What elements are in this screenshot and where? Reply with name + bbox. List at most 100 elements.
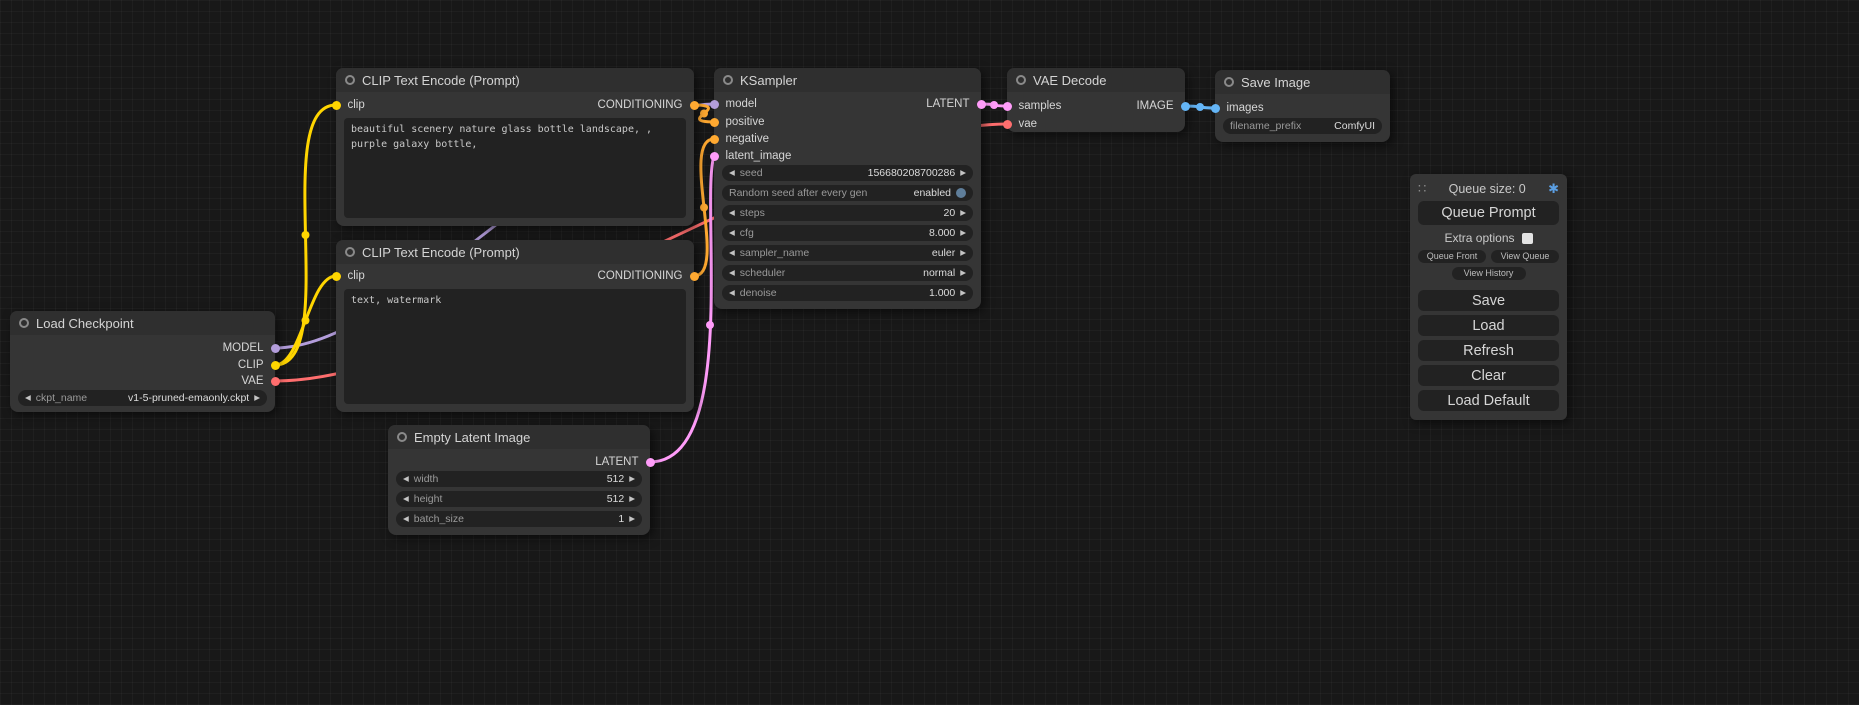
queue-prompt-button[interactable]: Queue Prompt xyxy=(1418,201,1559,225)
increment-arrow-icon[interactable]: ▶ xyxy=(960,229,966,237)
port-dot-image[interactable] xyxy=(1211,104,1220,113)
link-midpoint-dot[interactable] xyxy=(700,204,708,212)
increment-arrow-icon[interactable]: ▶ xyxy=(629,475,635,483)
link-midpoint-dot[interactable] xyxy=(302,317,310,325)
load-default-button[interactable]: Load Default xyxy=(1418,390,1559,411)
refresh-button[interactable]: Refresh xyxy=(1418,340,1559,361)
port-dot-model[interactable] xyxy=(710,100,719,109)
port-dot-clip[interactable] xyxy=(332,101,341,110)
clear-button[interactable]: Clear xyxy=(1418,365,1559,386)
collapse-dot[interactable] xyxy=(345,247,355,257)
port-dot-conditioning[interactable] xyxy=(710,135,719,144)
collapse-dot[interactable] xyxy=(19,318,29,328)
output-port-latent[interactable]: LATENT xyxy=(926,96,985,112)
increment-arrow-icon[interactable]: ▶ xyxy=(254,394,260,402)
input-port-model[interactable]: model xyxy=(710,96,757,112)
node-load-checkpoint[interactable]: Load Checkpoint MODEL CLIP VAE ◀ ckpt_na… xyxy=(10,311,275,412)
widget-ckpt-name[interactable]: ◀ ckpt_name v1-5-pruned-emaonly.ckpt ▶ xyxy=(18,390,267,406)
port-dot-latent[interactable] xyxy=(710,152,719,161)
collapse-dot[interactable] xyxy=(397,432,407,442)
node-header[interactable]: Save Image xyxy=(1215,70,1390,94)
link-midpoint-dot[interactable] xyxy=(700,110,708,118)
decrement-arrow-icon[interactable]: ◀ xyxy=(403,495,409,503)
widget-cfg[interactable]: ◀ cfg 8.000 ▶ xyxy=(722,225,973,241)
port-dot-conditioning[interactable] xyxy=(690,272,699,281)
node-header[interactable]: CLIP Text Encode (Prompt) xyxy=(336,68,694,92)
input-port-vae[interactable]: vae xyxy=(1003,116,1038,132)
port-dot-conditioning[interactable] xyxy=(710,118,719,127)
increment-arrow-icon[interactable]: ▶ xyxy=(960,169,966,177)
link-midpoint-dot[interactable] xyxy=(990,101,998,109)
collapse-dot[interactable] xyxy=(1224,77,1234,87)
output-port-vae[interactable]: VAE xyxy=(241,373,279,389)
node-header[interactable]: VAE Decode xyxy=(1007,68,1185,92)
decrement-arrow-icon[interactable]: ◀ xyxy=(729,249,735,257)
input-port-images[interactable]: images xyxy=(1211,100,1264,116)
collapse-dot[interactable] xyxy=(723,75,733,85)
prompt-textarea[interactable]: beautiful scenery nature glass bottle la… xyxy=(344,118,686,218)
widget-scheduler[interactable]: ◀ scheduler normal ▶ xyxy=(722,265,973,281)
output-port-model[interactable]: MODEL xyxy=(223,340,280,356)
port-dot-vae[interactable] xyxy=(271,377,280,386)
port-dot-clip[interactable] xyxy=(332,272,341,281)
extra-options-checkbox[interactable] xyxy=(1522,233,1533,244)
port-dot-latent[interactable] xyxy=(977,100,986,109)
prompt-textarea[interactable]: text, watermark xyxy=(344,289,686,404)
toggle-dot[interactable] xyxy=(956,188,966,198)
port-dot-conditioning[interactable] xyxy=(690,101,699,110)
port-dot-clip[interactable] xyxy=(271,361,280,370)
node-clip-text-encode-positive[interactable]: CLIP Text Encode (Prompt) clip CONDITION… xyxy=(336,68,694,226)
node-empty-latent-image[interactable]: Empty Latent Image LATENT ◀ width 512 ▶ … xyxy=(388,425,650,535)
node-header[interactable]: CLIP Text Encode (Prompt) xyxy=(336,240,694,264)
decrement-arrow-icon[interactable]: ◀ xyxy=(403,515,409,523)
increment-arrow-icon[interactable]: ▶ xyxy=(960,249,966,257)
link-midpoint-dot[interactable] xyxy=(302,231,310,239)
drag-handle-icon[interactable]: ∷ xyxy=(1418,181,1426,197)
input-port-samples[interactable]: samples xyxy=(1003,98,1062,114)
node-header[interactable]: KSampler xyxy=(714,68,981,92)
widget-denoise[interactable]: ◀ denoise 1.000 ▶ xyxy=(722,285,973,301)
save-button[interactable]: Save xyxy=(1418,290,1559,311)
widget-batch-size[interactable]: ◀ batch_size 1 ▶ xyxy=(396,511,642,527)
port-dot-image[interactable] xyxy=(1181,102,1190,111)
link-midpoint-dot[interactable] xyxy=(706,321,714,329)
node-header[interactable]: Empty Latent Image xyxy=(388,425,650,449)
node-clip-text-encode-negative[interactable]: CLIP Text Encode (Prompt) clip CONDITION… xyxy=(336,240,694,412)
widget-sampler-name[interactable]: ◀ sampler_name euler ▶ xyxy=(722,245,973,261)
input-port-latent-image[interactable]: latent_image xyxy=(710,148,792,164)
graph-canvas[interactable]: Load Checkpoint MODEL CLIP VAE ◀ ckpt_na… xyxy=(0,0,1859,705)
node-vae-decode[interactable]: VAE Decode samples IMAGE vae xyxy=(1007,68,1185,132)
increment-arrow-icon[interactable]: ▶ xyxy=(629,495,635,503)
increment-arrow-icon[interactable]: ▶ xyxy=(960,289,966,297)
port-dot-latent[interactable] xyxy=(646,458,655,467)
output-port-latent[interactable]: LATENT xyxy=(595,454,654,470)
decrement-arrow-icon[interactable]: ◀ xyxy=(729,289,735,297)
input-port-clip[interactable]: clip xyxy=(332,97,365,113)
output-port-conditioning[interactable]: CONDITIONING xyxy=(598,97,699,113)
increment-arrow-icon[interactable]: ▶ xyxy=(960,209,966,217)
port-dot-vae[interactable] xyxy=(1003,120,1012,129)
widget-filename-prefix[interactable]: filename_prefix ComfyUI xyxy=(1223,118,1382,134)
decrement-arrow-icon[interactable]: ◀ xyxy=(729,229,735,237)
input-port-negative[interactable]: negative xyxy=(710,131,769,147)
output-port-image[interactable]: IMAGE xyxy=(1136,98,1189,114)
input-port-positive[interactable]: positive xyxy=(710,114,765,130)
output-port-clip[interactable]: CLIP xyxy=(238,357,280,373)
widget-random-seed-toggle[interactable]: Random seed after every gen enabled xyxy=(722,185,973,201)
port-dot-latent[interactable] xyxy=(1003,102,1012,111)
collapse-dot[interactable] xyxy=(345,75,355,85)
node-header[interactable]: Load Checkpoint xyxy=(10,311,275,335)
decrement-arrow-icon[interactable]: ◀ xyxy=(729,169,735,177)
output-port-conditioning[interactable]: CONDITIONING xyxy=(598,268,699,284)
node-ksampler[interactable]: KSampler model positive negative latent_… xyxy=(714,68,981,309)
view-queue-button[interactable]: View Queue xyxy=(1491,250,1559,263)
input-port-clip[interactable]: clip xyxy=(332,268,365,284)
decrement-arrow-icon[interactable]: ◀ xyxy=(729,269,735,277)
decrement-arrow-icon[interactable]: ◀ xyxy=(25,394,31,402)
widget-width[interactable]: ◀ width 512 ▶ xyxy=(396,471,642,487)
widget-seed[interactable]: ◀ seed 156680208700286 ▶ xyxy=(722,165,973,181)
node-save-image[interactable]: Save Image images filename_prefix ComfyU… xyxy=(1215,70,1390,142)
widget-steps[interactable]: ◀ steps 20 ▶ xyxy=(722,205,973,221)
decrement-arrow-icon[interactable]: ◀ xyxy=(403,475,409,483)
link-midpoint-dot[interactable] xyxy=(1196,103,1204,111)
